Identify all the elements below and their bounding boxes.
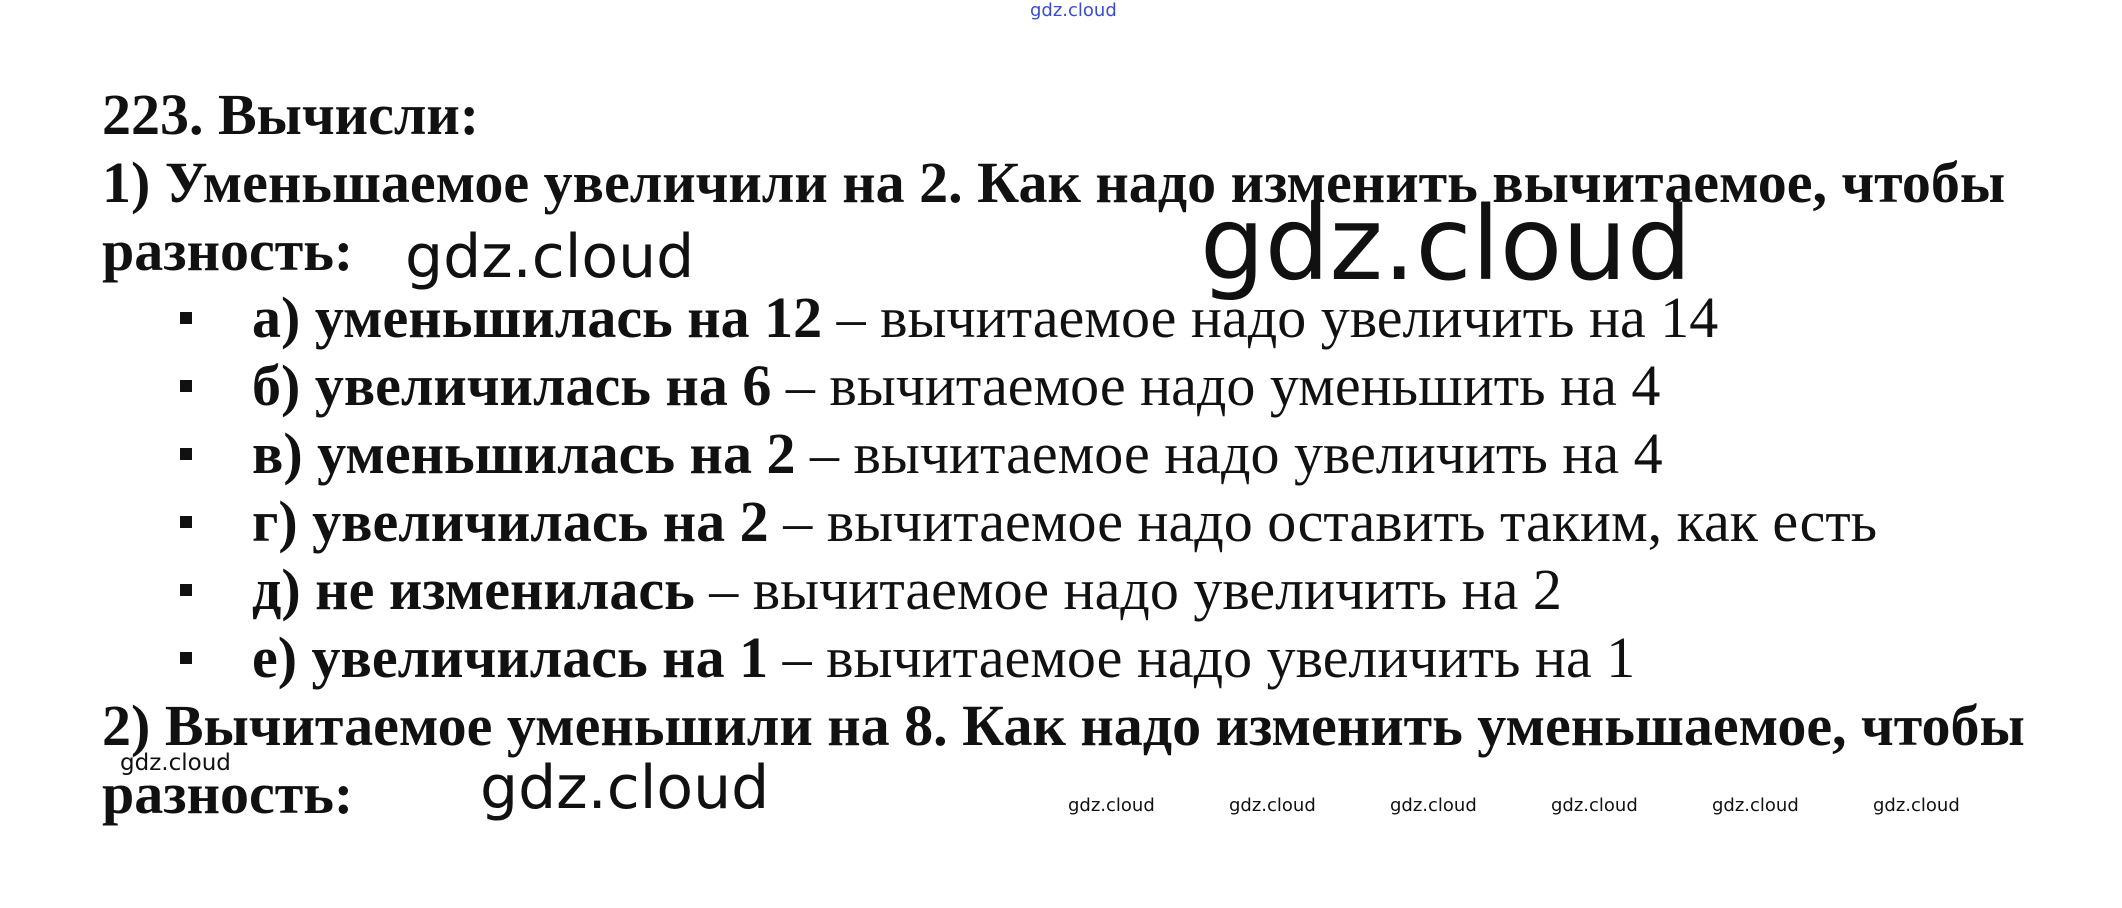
item-condition: б) увеличилась на 6: [252, 353, 772, 418]
watermark-small: gdz.cloud: [120, 750, 231, 776]
bullet-icon: [180, 516, 192, 528]
watermark-tiny: gdz.cloud: [1068, 795, 1155, 816]
bullet-icon: [180, 652, 192, 664]
watermark-tiny: gdz.cloud: [1873, 795, 1960, 816]
item-condition: е) увеличилась на 1: [252, 625, 769, 690]
list-item-text: д) не изменилась – вычитаемое надо увели…: [252, 557, 1562, 623]
bullet-icon: [180, 584, 192, 596]
list-item: в) уменьшилась на 2 – вычитаемое надо ув…: [0, 421, 2122, 487]
item-answer: – вычитаемое надо увеличить на 2: [694, 557, 1562, 622]
item-condition: д) не изменилась: [252, 557, 695, 622]
watermark-medium: gdz.cloud: [405, 222, 695, 292]
item-answer: – вычитаемое надо оставить таким, как ес…: [768, 489, 1878, 554]
watermark-medium: gdz.cloud: [480, 753, 770, 823]
list-item-text: б) увеличилась на 6 – вычитаемое надо ум…: [252, 353, 1660, 419]
watermark-large: gdz.cloud: [1200, 185, 1692, 304]
list-item: г) увеличилась на 2 – вычитаемое надо ос…: [0, 489, 2122, 555]
task1-question-line2: разность:: [102, 218, 354, 283]
watermark-tiny: gdz.cloud: [1229, 795, 1316, 816]
item-condition: а) уменьшилась на 12: [252, 285, 823, 350]
document-page: gdz.cloud 223. Вычисли: 1) Уменьшаемое у…: [0, 0, 2122, 908]
item-condition: в) уменьшилась на 2: [252, 421, 796, 486]
watermark-tiny: gdz.cloud: [1712, 795, 1799, 816]
watermark-tiny: gdz.cloud: [1390, 795, 1477, 816]
task2-question-line1: 2) Вычитаемое уменьшили на 8. Как надо и…: [102, 693, 2025, 758]
list-item-text: г) увеличилась на 2 – вычитаемое надо ос…: [252, 489, 1877, 555]
list-item: е) увеличилась на 1 – вычитаемое надо ув…: [0, 625, 2122, 691]
list-item: б) увеличилась на 6 – вычитаемое надо ум…: [0, 353, 2122, 419]
list-item-text: в) уменьшилась на 2 – вычитаемое надо ув…: [252, 421, 1663, 487]
item-answer: – вычитаемое надо увеличить на 1: [768, 625, 1636, 690]
exercise-title: 223. Вычисли:: [102, 82, 480, 147]
list-item: д) не изменилась – вычитаемое надо увели…: [0, 557, 2122, 623]
bullet-icon: [180, 312, 192, 324]
bullet-icon: [180, 448, 192, 460]
bullet-icon: [180, 380, 192, 392]
watermark-tiny: gdz.cloud: [1551, 795, 1638, 816]
item-condition: г) увеличилась на 2: [252, 489, 769, 554]
watermark-top: gdz.cloud: [1030, 0, 1117, 21]
task1-question-line1: 1) Уменьшаемое увеличили на 2. Как надо …: [102, 150, 2006, 215]
item-answer: – вычитаемое надо увеличить на 4: [795, 421, 1663, 486]
item-answer: – вычитаемое надо уменьшить на 4: [771, 353, 1661, 418]
list-item-text: е) увеличилась на 1 – вычитаемое надо ув…: [252, 625, 1635, 691]
list-item: а) уменьшилась на 12 – вычитаемое надо у…: [0, 285, 2122, 351]
